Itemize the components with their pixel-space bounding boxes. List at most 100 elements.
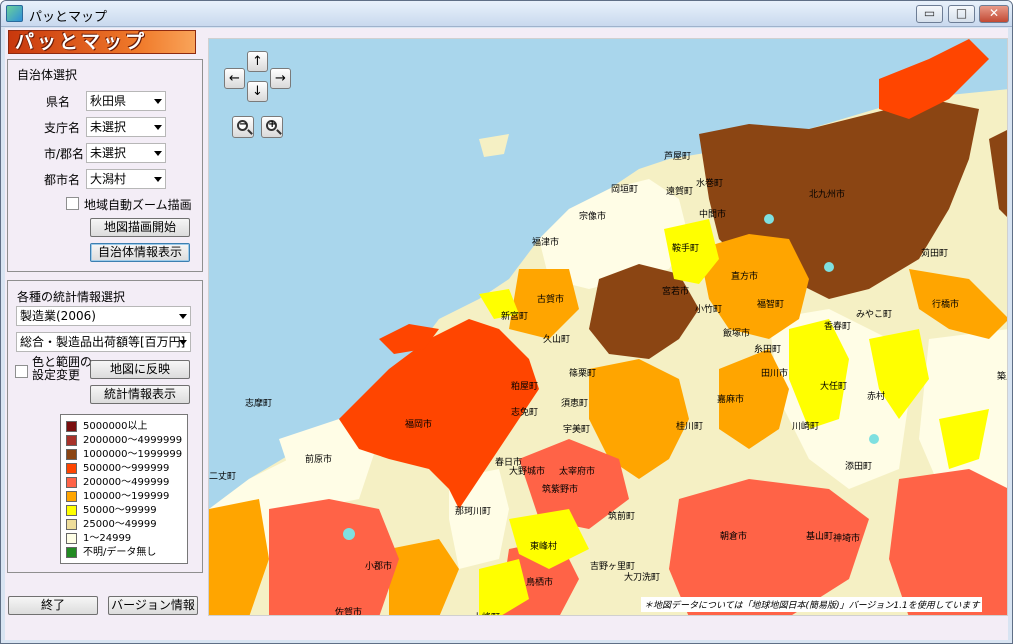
chevron-down-icon — [154, 177, 162, 182]
prefecture-select[interactable]: 秋田県 — [86, 91, 166, 111]
map-place-label: 筑前町 — [608, 512, 636, 522]
statistics-item-select[interactable]: 総合・製造品出荷額等[百万円] — [16, 332, 191, 352]
close-button[interactable]: ✕ — [979, 5, 1009, 23]
map-place-label: 基山町 — [806, 532, 834, 542]
legend-swatch — [66, 519, 77, 530]
pan-right-button[interactable]: → — [270, 68, 291, 89]
app-logo: パッとマップ — [8, 30, 196, 54]
legend-label: 500000～999999 — [83, 463, 170, 474]
map-place-label: 小郡市 — [365, 562, 393, 572]
map-place-label: 粕屋町 — [511, 382, 539, 392]
map-place-label: 飯塚市 — [723, 329, 751, 339]
legend-label: 1000000～1999999 — [83, 449, 183, 460]
map-place-label: 赤村 — [867, 392, 886, 402]
map-place-label: 行橋市 — [932, 300, 960, 310]
minus-glyph: − — [239, 119, 248, 130]
legend-label: 100000～199999 — [83, 491, 170, 502]
map-place-label: 佐賀市 — [335, 608, 363, 616]
map-place-label: 苅田町 — [921, 249, 949, 259]
map-place-label: 糸田町 — [754, 345, 782, 355]
statistics-category-value: 製造業(2006) — [20, 309, 96, 323]
prefecture-label: 県名 — [45, 95, 70, 109]
map-place-label: 志摩町 — [245, 399, 273, 409]
color-range-label-line2: 設定変更 — [32, 368, 81, 382]
map-place-label: 太宰府市 — [559, 467, 596, 477]
legend-label: 25000～49999 — [83, 519, 157, 530]
chevron-down-icon — [179, 314, 187, 319]
map-place-label: みやこ町 — [856, 310, 893, 320]
map-place-label: 直方市 — [731, 272, 759, 282]
municipality-info-button[interactable]: 自治体情報表示 — [90, 243, 190, 262]
city-value: 未選択 — [90, 146, 127, 160]
statistics-item-value: 総合・製造品出荷額等[百万円] — [20, 335, 186, 349]
draw-map-button[interactable]: 地図描画開始 — [90, 218, 190, 237]
zoom-out-button[interactable]: − — [232, 116, 254, 138]
branch-value: 未選択 — [90, 120, 127, 134]
map-place-label: 久山町 — [543, 335, 571, 345]
color-range-label-line1: 色と範囲の — [32, 355, 93, 369]
chevron-down-icon — [154, 125, 162, 130]
version-info-button[interactable]: バージョン情報 — [108, 596, 198, 615]
choropleth-map — [209, 39, 1007, 615]
map-place-label: 福智町 — [757, 300, 785, 310]
zoom-handle — [247, 129, 253, 135]
map-place-label: 古賀市 — [537, 295, 565, 305]
map-place-label: 香春町 — [824, 322, 852, 332]
map-place-label: 鞍手町 — [672, 244, 700, 254]
map-place-label: 新宮町 — [501, 312, 529, 322]
apply-to-map-button[interactable]: 地図に反映 — [90, 360, 190, 379]
map-place-label: 前原市 — [305, 455, 333, 465]
prefecture-value: 秋田県 — [90, 94, 127, 108]
map-place-label: 田川市 — [761, 369, 789, 379]
map-place-label: 芦屋町 — [664, 152, 692, 162]
show-statistics-button[interactable]: 統計情報表示 — [90, 385, 190, 404]
map-place-label: 那珂川町 — [455, 507, 492, 517]
legend-label: 200000～499999 — [83, 477, 170, 488]
exit-button[interactable]: 終了 — [8, 596, 98, 615]
branch-select[interactable]: 未選択 — [86, 117, 166, 137]
auto-zoom-checkbox[interactable] — [66, 197, 79, 210]
pan-left-button[interactable]: ← — [224, 68, 245, 89]
map-place-label: 大野城市 — [509, 467, 546, 477]
city-select[interactable]: 未選択 — [86, 143, 166, 163]
statistics-category-select[interactable]: 製造業(2006) — [16, 306, 191, 326]
chevron-down-icon — [154, 151, 162, 156]
map-place-label: 宮若市 — [662, 287, 690, 297]
legend-swatch — [66, 477, 77, 488]
map-place-label: 福津市 — [532, 238, 560, 248]
map-place-label: 桂川町 — [676, 422, 704, 432]
legend-label: 1～24999 — [83, 533, 132, 544]
app-icon — [6, 5, 23, 22]
pan-up-button[interactable]: ↑ — [247, 51, 268, 72]
map-place-label: 筑紫野市 — [542, 485, 579, 495]
branch-label: 支庁名 — [43, 121, 80, 135]
town-label: 都市名 — [43, 173, 80, 187]
map-place-label: 中間市 — [699, 210, 727, 220]
maximize-button[interactable]: □ — [948, 5, 975, 23]
legend-swatch — [66, 449, 77, 460]
town-value: 大潟村 — [90, 172, 127, 186]
pan-down-button[interactable]: ↓ — [247, 81, 268, 102]
map-place-label: 遠賀町 — [666, 187, 694, 197]
map-view[interactable]: 芦屋町 水巻町 岡垣町 遠賀町 北九州市 宗像市 中間市 福津市 鞍手町 苅田町 直方市 古賀市 宮若市… — [208, 38, 1008, 616]
legend-swatch — [66, 533, 77, 544]
client-area: パッとマップ 自治体選択 県名 秋田県 支庁名 未選択 市/郡名 未選択 都市名… — [5, 28, 1008, 640]
zoom-handle — [276, 129, 282, 135]
auto-zoom-label: 地域自動ズーム描画 — [84, 198, 192, 212]
map-place-label: 水巻町 — [696, 179, 724, 189]
map-place-label: 須恵町 — [561, 399, 589, 409]
town-select[interactable]: 大潟村 — [86, 169, 166, 189]
window-title: パッとマップ — [29, 10, 108, 25]
legend-swatch — [66, 421, 77, 432]
plus-glyph: + — [268, 119, 277, 130]
map-place-label: 東峰村 — [530, 542, 558, 552]
map-place-label: 二丈町 — [209, 472, 237, 482]
legend-swatch — [66, 547, 77, 558]
minimize-button[interactable]: ▭ — [916, 5, 943, 23]
map-place-label: 嘉麻市 — [717, 395, 745, 405]
zoom-in-button[interactable]: + — [261, 116, 283, 138]
color-range-checkbox[interactable] — [15, 365, 28, 378]
legend-label: 5000000以上 — [83, 421, 148, 432]
title-bar: パッとマップ ▭ □ ✕ — [1, 1, 1012, 27]
map-place-label: 川崎町 — [792, 422, 820, 432]
